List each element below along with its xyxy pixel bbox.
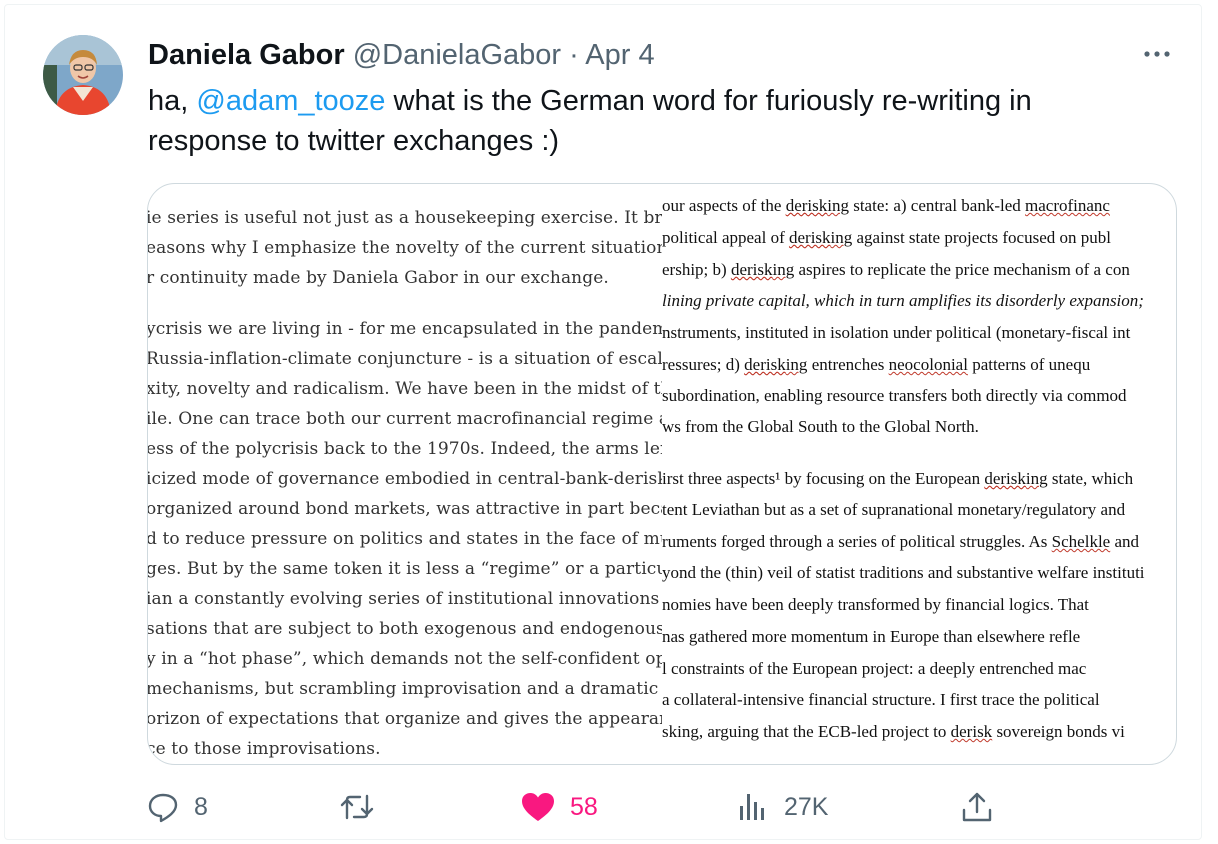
right-text-line: nas gathered more momentum in Europe tha… bbox=[662, 627, 1081, 646]
left-text-line: easons why I emphasize the novelty of th… bbox=[148, 238, 662, 258]
author-name[interactable]: Daniela Gabor bbox=[148, 39, 345, 71]
right-text-line: ruments forged through a series of polit… bbox=[662, 532, 1140, 551]
reply-icon bbox=[146, 790, 180, 824]
left-text-line: ges. But by the same token it is less a … bbox=[148, 559, 662, 579]
left-text-line: ile. One can trace both our current macr… bbox=[148, 409, 662, 429]
right-text-line: sking, arguing that the ECB-led project … bbox=[662, 722, 1125, 741]
left-text-line: ie series is useful not just as a housek… bbox=[148, 208, 662, 228]
like-count: 58 bbox=[570, 792, 598, 821]
like-icon bbox=[520, 790, 556, 824]
reply-count: 8 bbox=[194, 792, 208, 821]
right-text-line: a collateral-intensive financial structu… bbox=[662, 690, 1100, 709]
mention-link[interactable]: @adam_tooze bbox=[196, 85, 385, 117]
views-count: 27K bbox=[784, 792, 829, 821]
left-text-line: ian a constantly evolving series of inst… bbox=[148, 589, 662, 609]
left-text-line: icized mode of governance embodied in ce… bbox=[148, 469, 662, 489]
left-text-line: ce to those improvisations. bbox=[148, 739, 381, 759]
right-text-line: ership; b) derisking aspires to replicat… bbox=[662, 260, 1130, 279]
views-icon bbox=[736, 790, 770, 824]
header-separator: · bbox=[569, 39, 579, 71]
tweet-date[interactable]: Apr 4 bbox=[585, 39, 654, 71]
right-text-line: lining private capital, which in turn am… bbox=[662, 291, 1144, 310]
left-text-line: organized around bond markets, was attra… bbox=[148, 499, 662, 519]
retweet-icon bbox=[338, 790, 376, 824]
right-text-line: nstruments, instituted in isolation unde… bbox=[662, 323, 1131, 342]
tweet-media[interactable]: ie series is useful not just as a housek… bbox=[147, 183, 1177, 765]
left-text-line: Russia-inflation-climate conjuncture - i… bbox=[148, 349, 662, 369]
share-icon bbox=[960, 790, 994, 824]
left-text-line: orizon of expectations that organize and… bbox=[148, 709, 662, 729]
left-text-line: xity, novelty and radicalism. We have be… bbox=[148, 379, 662, 399]
left-text-line: d to reduce pressure on politics and sta… bbox=[148, 529, 662, 549]
left-text-line: y in a “hot phase”, which demands not th… bbox=[148, 649, 662, 669]
left-text-line: ycrisis we are living in - for me encaps… bbox=[148, 319, 662, 339]
right-text-line: our aspects of the derisking state: a) c… bbox=[662, 196, 1110, 215]
right-text-line: l constraints of the European project: a… bbox=[662, 659, 1087, 678]
left-text-line: sations that are subject to both exogeno… bbox=[148, 619, 662, 639]
avatar[interactable] bbox=[43, 35, 123, 115]
right-text-line: political appeal of derisking against st… bbox=[662, 228, 1111, 247]
tweet-text: ha, @adam_tooze what is the German word … bbox=[148, 81, 1148, 161]
left-text-line: ess of the polycrisis back to the 1970s.… bbox=[148, 439, 662, 459]
right-text-line: irst three aspects¹ by focusing on the E… bbox=[662, 469, 1134, 488]
more-icon[interactable] bbox=[1141, 39, 1173, 69]
author-handle[interactable]: @DanielaGabor bbox=[353, 39, 561, 71]
like-button[interactable]: 58 bbox=[520, 785, 598, 829]
left-text-line: r continuity made by Daniela Gabor in ou… bbox=[148, 268, 609, 288]
reply-button[interactable]: 8 bbox=[146, 785, 208, 829]
tweet-header: Daniela Gabor @DanielaGabor · Apr 4 bbox=[148, 37, 655, 73]
right-text-line: subordination, enabling resource transfe… bbox=[662, 386, 1127, 405]
media-image-right[interactable]: our aspects of the derisking state: a) c… bbox=[662, 184, 1176, 764]
right-text-line: ressures; d) derisking entrenches neocol… bbox=[662, 355, 1091, 374]
right-text-line: yond the (thin) veil of statist traditio… bbox=[662, 563, 1145, 582]
right-text-line: ws from the Global South to the Global N… bbox=[662, 417, 979, 436]
tweet-card[interactable]: Daniela Gabor @DanielaGabor · Apr 4 ha, … bbox=[4, 4, 1202, 840]
retweet-button[interactable] bbox=[338, 785, 390, 829]
left-text-line: mechanisms, but scrambling improvisation… bbox=[148, 679, 662, 699]
right-text-line: tent Leviathan but as a set of supranati… bbox=[662, 500, 1126, 519]
action-bar: 8 58 27K bbox=[5, 785, 1203, 831]
views-button[interactable]: 27K bbox=[736, 785, 828, 829]
media-image-left[interactable]: ie series is useful not just as a housek… bbox=[148, 184, 662, 764]
right-text-line: nomies have been deeply transformed by f… bbox=[662, 595, 1089, 614]
tweet-text-prefix: ha, bbox=[148, 85, 197, 117]
share-button[interactable] bbox=[960, 785, 994, 829]
